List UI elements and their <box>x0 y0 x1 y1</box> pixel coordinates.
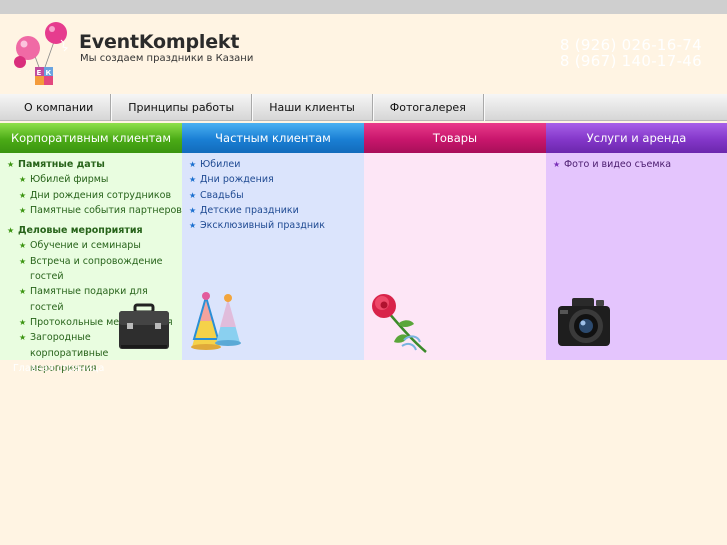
star-bullet-icon: ★ <box>189 160 197 169</box>
star-bullet-icon: ★ <box>19 205 27 215</box>
phone-1: 8 (926) 026-16-74 <box>559 36 702 54</box>
rose-icon <box>372 294 427 353</box>
phone-2: 8 (967) 140-17-46 <box>559 52 702 70</box>
category-columns: ★ Памятные даты ★ Юбилей фирмы ★ Дни рожден… <box>0 153 727 374</box>
star-bullet-icon: ★ <box>19 190 27 200</box>
list-item[interactable]: ★ Памятные события партнеров <box>0 203 182 218</box>
tab-private[interactable]: Частным клиентам <box>182 123 364 153</box>
svg-text:К: К <box>46 69 52 77</box>
list-item[interactable]: ★ Юбилеи <box>182 157 364 172</box>
list-item[interactable]: ★ Дни рождения сотрудников <box>0 188 182 203</box>
star-bullet-icon: ★ <box>19 317 27 327</box>
nav-principles[interactable]: Принципы работы <box>111 94 253 121</box>
column-corporate: ★ Памятные даты ★ Юбилей фирмы ★ Дни рожден… <box>0 153 182 374</box>
camera-icon <box>558 298 610 346</box>
tab-goods[interactable]: Товары <box>364 123 546 153</box>
category-tabs: Корпоративным клиентам Частным клиентам … <box>0 123 727 153</box>
star-bullet-icon: ★ <box>19 256 27 266</box>
list-item[interactable]: ★ Эксклюзивный праздник <box>182 218 364 233</box>
star-bullet-icon: ★ <box>7 226 15 236</box>
balloons-logo-icon[interactable]: Е К <box>12 18 70 88</box>
star-bullet-icon: ★ <box>553 160 561 169</box>
star-bullet-icon: ★ <box>19 241 27 251</box>
list-item[interactable]: ★ Свадьбы <box>182 188 364 203</box>
star-bullet-icon: ★ <box>189 175 197 185</box>
star-bullet-icon: ★ <box>189 221 197 231</box>
column-private: ★ Юбилеи ★ Дни рождения ★ Свадьбы ★ Детские … <box>182 153 364 360</box>
star-bullet-icon: ★ <box>19 175 27 185</box>
phone-numbers: 8 (926) 026-16-74 8 (967) 140-17-46 <box>560 37 702 69</box>
list-item[interactable]: ★ Деловые мероприятия <box>0 223 182 238</box>
column-goods <box>364 153 546 360</box>
tab-corporate[interactable]: Корпоративным клиентам <box>0 123 182 153</box>
nav-gallery[interactable]: Фотогалерея <box>373 94 484 121</box>
star-bullet-icon: ★ <box>189 205 197 215</box>
nav-about[interactable]: О компании <box>0 94 112 121</box>
briefcase-icon <box>119 303 169 349</box>
brand-slogan: Мы создаем праздники в Казани <box>80 53 254 64</box>
list-item[interactable]: ★ Встреча и сопровождение гостей <box>0 254 182 285</box>
nav-clients[interactable]: Наши клиенты <box>252 94 373 121</box>
star-bullet-icon: ★ <box>19 333 27 343</box>
list-item[interactable]: ★ Памятные даты <box>0 157 182 172</box>
home-link[interactable]: Главная страница <box>13 363 104 374</box>
star-bullet-icon: ★ <box>19 287 27 297</box>
list-item[interactable]: ★ Юбилей фирмы <box>0 172 182 187</box>
star-bullet-icon: ★ <box>189 190 197 200</box>
brand-name[interactable]: EventKomplekt <box>79 31 239 53</box>
tab-services[interactable]: Услуги и аренда <box>546 123 727 153</box>
star-bullet-icon: ★ <box>7 160 15 169</box>
list-item[interactable]: ★ Дни рождения <box>182 172 364 187</box>
svg-text:Е: Е <box>37 69 42 77</box>
main-nav: О компании Принципы работы Наши клиенты … <box>0 94 727 121</box>
column-services: ★ Фото и видео съемка <box>546 153 727 360</box>
party-hats-icon <box>191 292 241 350</box>
top-bar <box>0 0 727 14</box>
list-item[interactable]: ★ Фото и видео съемка <box>546 157 727 172</box>
list-item[interactable]: ★ Детские праздники <box>182 203 364 218</box>
list-item[interactable]: ★ Обучение и семинары <box>0 238 182 253</box>
